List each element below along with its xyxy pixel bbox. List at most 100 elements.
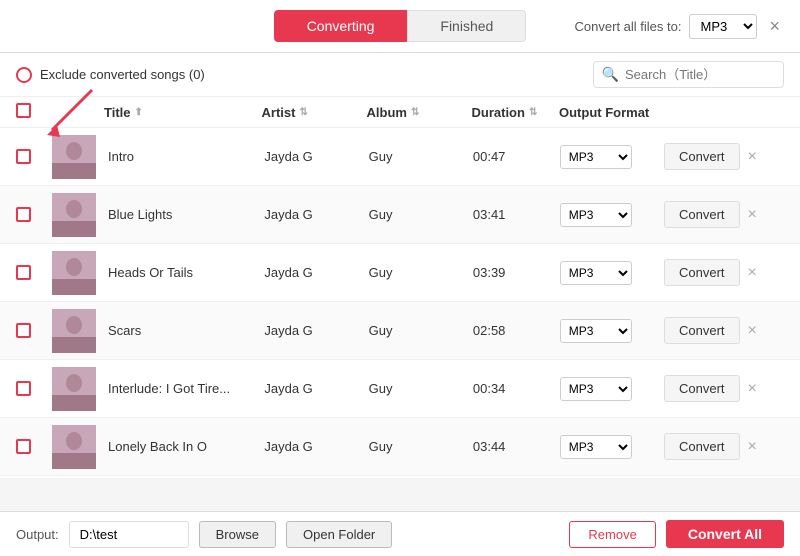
row-checkbox-cell <box>16 265 52 280</box>
thumb-image-1 <box>52 193 96 237</box>
row-format-select-0[interactable]: MP3AACFLACWAV <box>560 145 632 169</box>
row-convert-button-5[interactable]: Convert <box>664 433 740 460</box>
thumb-image-3 <box>52 309 96 353</box>
row-delete-button-5[interactable]: × <box>746 438 759 456</box>
table-header: Title ⬆ Artist ⇅ Album ⇅ Duration ⇅ Outp… <box>0 97 800 128</box>
row-format-select-1[interactable]: MP3AACFLACWAV <box>560 203 632 227</box>
row-thumbnail-1 <box>52 193 104 237</box>
top-bar: Converting Finished Convert all files to… <box>0 0 800 53</box>
row-checkbox-cell <box>16 439 52 454</box>
row-actions-4: Convert × <box>664 375 784 402</box>
row-title-0: Intro <box>104 149 264 164</box>
header-check <box>16 103 52 121</box>
header-artist[interactable]: Artist ⇅ <box>262 105 367 120</box>
table-row: Your Thoughts Jayda G Guy 02:47 MP3AACFL… <box>0 476 800 478</box>
row-artist-0: Jayda G <box>264 149 368 164</box>
remove-button[interactable]: Remove <box>569 521 655 548</box>
row-format-select-4[interactable]: MP3AACFLACWAV <box>560 377 632 401</box>
row-actions-5: Convert × <box>664 433 784 460</box>
row-delete-button-3[interactable]: × <box>746 322 759 340</box>
table-row: Interlude: I Got Tire... Jayda G Guy 00:… <box>0 360 800 418</box>
row-duration-1: 03:41 <box>473 207 560 222</box>
row-actions-2: Convert × <box>664 259 784 286</box>
table-row: Scars Jayda G Guy 02:58 MP3AACFLACWAV Co… <box>0 302 800 360</box>
song-list: Intro Jayda G Guy 00:47 MP3AACFLACWAV Co… <box>0 128 800 478</box>
row-checkbox-0[interactable] <box>16 149 31 164</box>
row-checkbox-5[interactable] <box>16 439 31 454</box>
row-thumbnail-4 <box>52 367 104 411</box>
exclude-text: Exclude converted songs (0) <box>40 67 205 82</box>
row-checkbox-4[interactable] <box>16 381 31 396</box>
row-actions-1: Convert × <box>664 201 784 228</box>
row-album-5: Guy <box>369 439 473 454</box>
tab-finished[interactable]: Finished <box>407 10 526 42</box>
row-format-select-5[interactable]: MP3AACFLACWAV <box>560 435 632 459</box>
row-convert-button-1[interactable]: Convert <box>664 201 740 228</box>
row-convert-button-4[interactable]: Convert <box>664 375 740 402</box>
header-album[interactable]: Album ⇅ <box>367 105 472 120</box>
row-convert-button-3[interactable]: Convert <box>664 317 740 344</box>
row-title-5: Lonely Back In O <box>104 439 264 454</box>
row-artist-3: Jayda G <box>264 323 368 338</box>
browse-button[interactable]: Browse <box>199 521 276 548</box>
bottom-bar: Output: Browse Open Folder Remove Conver… <box>0 511 800 556</box>
title-sort-icon: ⬆ <box>135 107 143 118</box>
search-box: 🔍 <box>593 61 784 88</box>
row-artist-1: Jayda G <box>264 207 368 222</box>
row-title-1: Blue Lights <box>104 207 264 222</box>
row-duration-0: 00:47 <box>473 149 560 164</box>
row-delete-button-4[interactable]: × <box>746 380 759 398</box>
thumb-image-4 <box>52 367 96 411</box>
tab-converting[interactable]: Converting <box>274 10 408 42</box>
row-format-select-2[interactable]: MP3AACFLACWAV <box>560 261 632 285</box>
thumb-image-5 <box>52 425 96 469</box>
artist-sort-icon: ⇅ <box>299 107 307 118</box>
convert-all-label: Convert all files to: <box>575 19 682 34</box>
output-path-input[interactable] <box>69 521 189 548</box>
row-album-4: Guy <box>369 381 473 396</box>
table-row: Lonely Back In O Jayda G Guy 03:44 MP3AA… <box>0 418 800 476</box>
row-format-cell-2: MP3AACFLACWAV <box>560 261 664 285</box>
row-convert-button-2[interactable]: Convert <box>664 259 740 286</box>
row-format-cell-5: MP3AACFLACWAV <box>560 435 664 459</box>
thumb-image-2 <box>52 251 96 295</box>
convert-all-format-select[interactable]: MP3 AAC FLAC WAV <box>689 14 757 39</box>
convert-all-button[interactable]: Convert All <box>666 520 784 548</box>
row-duration-2: 03:39 <box>473 265 560 280</box>
row-format-select-3[interactable]: MP3AACFLACWAV <box>560 319 632 343</box>
row-album-2: Guy <box>369 265 473 280</box>
row-album-3: Guy <box>369 323 473 338</box>
row-actions-0: Convert × <box>664 143 784 170</box>
table-row: Blue Lights Jayda G Guy 03:41 MP3AACFLAC… <box>0 186 800 244</box>
row-convert-button-0[interactable]: Convert <box>664 143 740 170</box>
row-delete-button-0[interactable]: × <box>746 148 759 166</box>
header-duration[interactable]: Duration ⇅ <box>472 105 560 120</box>
close-button[interactable]: × <box>765 16 784 37</box>
select-all-checkbox[interactable] <box>16 103 31 118</box>
row-checkbox-cell <box>16 323 52 338</box>
output-label: Output: <box>16 527 59 542</box>
open-folder-button[interactable]: Open Folder <box>286 521 392 548</box>
row-thumbnail-3 <box>52 309 104 353</box>
row-thumbnail-5 <box>52 425 104 469</box>
album-sort-icon: ⇅ <box>411 107 419 118</box>
row-artist-2: Jayda G <box>264 265 368 280</box>
row-format-cell-1: MP3AACFLACWAV <box>560 203 664 227</box>
row-delete-button-1[interactable]: × <box>746 206 759 224</box>
header-title[interactable]: Title ⬆ <box>104 105 262 120</box>
search-input[interactable] <box>625 67 775 82</box>
row-album-0: Guy <box>369 149 473 164</box>
row-title-2: Heads Or Tails <box>104 265 264 280</box>
row-format-cell-4: MP3AACFLACWAV <box>560 377 664 401</box>
row-checkbox-cell <box>16 207 52 222</box>
duration-sort-icon: ⇅ <box>529 107 537 118</box>
tab-group: Converting Finished <box>274 10 527 42</box>
row-checkbox-2[interactable] <box>16 265 31 280</box>
row-duration-5: 03:44 <box>473 439 560 454</box>
row-checkbox-3[interactable] <box>16 323 31 338</box>
exclude-label: Exclude converted songs (0) <box>16 67 205 83</box>
row-checkbox-1[interactable] <box>16 207 31 222</box>
row-delete-button-2[interactable]: × <box>746 264 759 282</box>
row-artist-4: Jayda G <box>264 381 368 396</box>
row-thumbnail-2 <box>52 251 104 295</box>
